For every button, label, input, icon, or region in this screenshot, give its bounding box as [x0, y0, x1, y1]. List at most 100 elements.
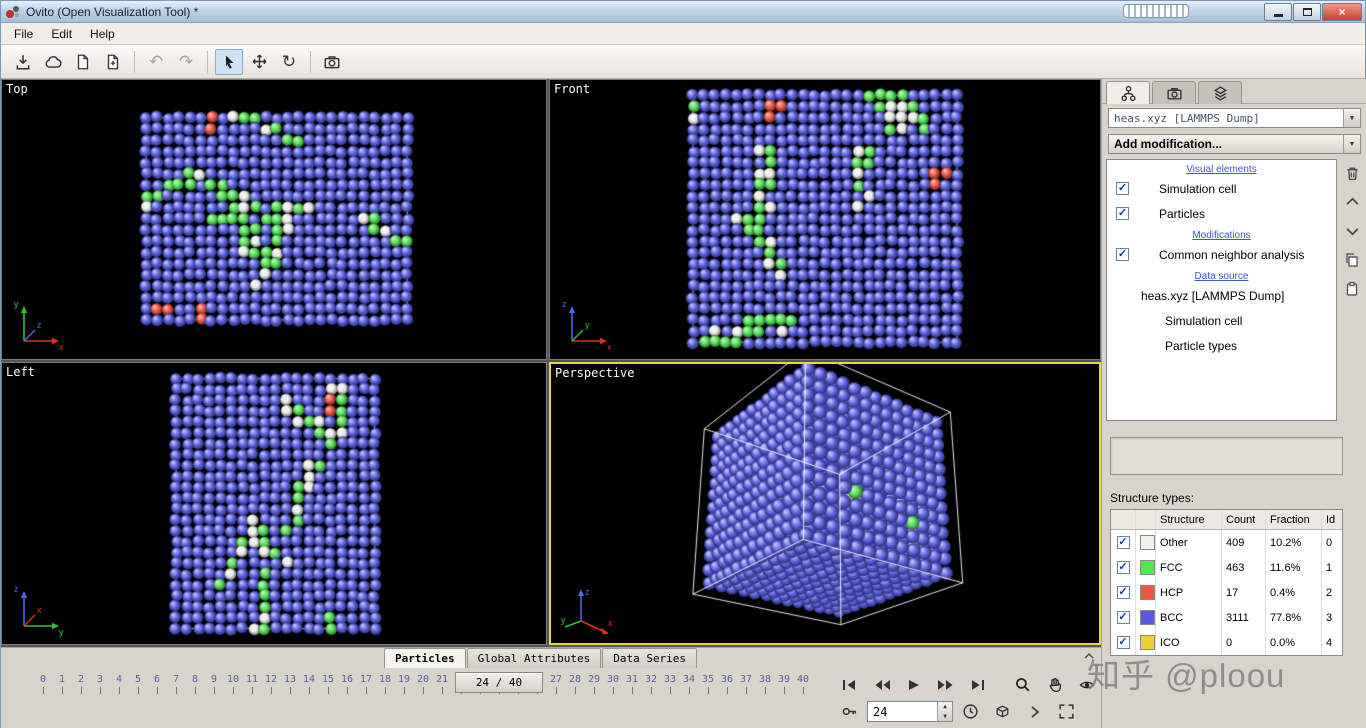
file-plus-icon [107, 54, 119, 69]
viewport-perspective[interactable]: Perspective z x y [549, 362, 1101, 645]
menu-file[interactable]: File [5, 24, 42, 44]
timeline-tick: 8 [192, 674, 198, 694]
delete-modifier-button[interactable] [1341, 163, 1363, 183]
undo-button[interactable]: ↶ [142, 49, 170, 75]
timeline-tick: 15 [322, 674, 334, 694]
pipeline-entry[interactable]: Simulation cell [1107, 308, 1336, 333]
next-frame-button[interactable] [931, 673, 960, 697]
add-modification-dropdown[interactable]: Add modification... ▼ [1108, 134, 1361, 154]
timeline-tick: 39 [778, 674, 790, 694]
selection-mode-button[interactable] [215, 48, 243, 75]
checkbox[interactable]: ✓ [1116, 636, 1130, 649]
axis-tripod: y z x [14, 584, 64, 637]
app-icon [5, 4, 21, 20]
id-cell: 4 [1321, 630, 1342, 655]
viewport-front[interactable]: Front x z y [549, 79, 1101, 360]
timeline-tick: 1 [59, 674, 65, 694]
maximize-button[interactable] [1293, 2, 1321, 21]
pipeline-entry[interactable]: ✓ Particles [1107, 201, 1336, 226]
viewport-label: Top [6, 82, 28, 96]
current-frame-indicator[interactable]: 24 / 40 [455, 672, 543, 693]
close-button[interactable]: × [1322, 2, 1362, 21]
timeline-ruler[interactable]: 24 / 40 0 1 2 3 4 5 6 7 8 9 10 11 12 13 14 15 16 17 18 19 20… [1, 668, 829, 726]
animation-settings-button[interactable] [956, 700, 985, 724]
timeline-tick: 11 [246, 674, 258, 694]
table-row[interactable]: ✓ HCP 17 0.4% 2 [1111, 580, 1342, 605]
spin-up-icon[interactable]: ▲ [938, 702, 952, 712]
menu-edit[interactable]: Edit [42, 24, 81, 44]
frame-spinner[interactable]: 24 ▲ ▼ [867, 701, 953, 722]
move-down-button[interactable] [1341, 221, 1363, 241]
column-header: Count [1221, 510, 1265, 529]
checkbox[interactable]: ✓ [1116, 248, 1129, 261]
viewport-label: Front [554, 82, 591, 96]
pan-tool-button[interactable] [1040, 673, 1069, 697]
move-icon [252, 54, 266, 69]
color-swatch[interactable] [1140, 585, 1155, 600]
checkbox[interactable]: ✓ [1116, 182, 1129, 195]
tab-pipeline[interactable] [1106, 81, 1150, 104]
table-row[interactable]: ✓ FCC 463 11.6% 1 [1111, 555, 1342, 580]
timeline-tick: 2 [78, 674, 84, 694]
save-state-button[interactable] [69, 49, 97, 75]
tab-particles[interactable]: Particles [384, 648, 466, 668]
toolbar-separator [134, 50, 135, 73]
orbit-mode-button[interactable]: ↻ [275, 49, 303, 75]
pipeline-entry[interactable]: ✓ Simulation cell [1107, 176, 1336, 201]
table-row[interactable]: ✓ BCC 3111 77.8% 3 [1111, 605, 1342, 630]
table-row[interactable]: ✓ Other 409 10.2% 0 [1111, 530, 1342, 555]
id-cell: 2 [1321, 580, 1342, 605]
timeline-tick: 38 [759, 674, 771, 694]
skip-to-end-button[interactable] [963, 673, 992, 697]
pipeline-entry[interactable]: Particle types [1107, 333, 1336, 358]
color-swatch[interactable] [1140, 610, 1155, 625]
fraction-cell: 77.8% [1265, 605, 1321, 630]
import-remote-button[interactable] [39, 49, 67, 75]
pan-mode-button[interactable] [245, 49, 273, 75]
checkbox[interactable]: ✓ [1116, 611, 1130, 624]
color-swatch[interactable] [1140, 635, 1155, 650]
render-button[interactable] [318, 49, 346, 75]
tab-global-attributes[interactable]: Global Attributes [466, 648, 602, 668]
tab-data-series[interactable]: Data Series [602, 648, 698, 668]
save-state-as-button[interactable] [99, 49, 127, 75]
next-panel-button[interactable] [1020, 700, 1049, 724]
paste-pipeline-button[interactable] [1341, 279, 1363, 299]
auto-key-button[interactable] [835, 700, 864, 724]
viewport-top[interactable]: Top x y z [1, 79, 547, 360]
skip-to-start-button[interactable] [835, 673, 864, 697]
pipeline-entry[interactable]: heas.xyz [LAMMPS Dump] [1107, 283, 1336, 308]
tab-overlays[interactable] [1198, 81, 1242, 104]
spin-down-icon[interactable]: ▼ [938, 712, 952, 722]
source-selector[interactable]: heas.xyz [LAMMPS Dump] ▼ [1108, 108, 1361, 128]
checkbox[interactable]: ✓ [1116, 561, 1130, 574]
render-viewport-button[interactable] [988, 700, 1017, 724]
play-button[interactable] [899, 673, 928, 697]
redo-button[interactable]: ↷ [172, 49, 200, 75]
pipeline-entry-label: Simulation cell [1159, 181, 1237, 196]
zoom-tool-button[interactable] [1008, 673, 1037, 697]
menu-help[interactable]: Help [81, 24, 124, 44]
pipeline-entry-label: Simulation cell [1165, 313, 1243, 328]
clock-icon [963, 704, 978, 719]
tab-rendering[interactable] [1152, 81, 1196, 104]
checkbox[interactable]: ✓ [1116, 586, 1130, 599]
pipeline-entry[interactable]: ✓ Common neighbor analysis [1107, 242, 1336, 267]
svg-text:z: z [585, 587, 590, 597]
copy-pipeline-button[interactable] [1341, 250, 1363, 270]
move-up-button[interactable] [1341, 192, 1363, 212]
checkbox[interactable]: ✓ [1116, 536, 1130, 549]
pipeline-icon [1120, 85, 1136, 101]
checkbox[interactable]: ✓ [1116, 207, 1129, 220]
color-swatch[interactable] [1140, 535, 1155, 550]
viewport-canvas [550, 80, 1100, 359]
frame-spinner-value: 24 [873, 704, 888, 719]
previous-frame-button[interactable] [867, 673, 896, 697]
maximize-viewport-button[interactable] [1052, 700, 1081, 724]
import-file-button[interactable] [9, 49, 37, 75]
arrow-right-icon [1030, 705, 1039, 718]
minimize-button[interactable] [1264, 2, 1292, 21]
color-swatch[interactable] [1140, 560, 1155, 575]
spinner-arrows[interactable]: ▲ ▼ [937, 702, 952, 721]
viewport-left[interactable]: Left y z x [1, 362, 547, 645]
